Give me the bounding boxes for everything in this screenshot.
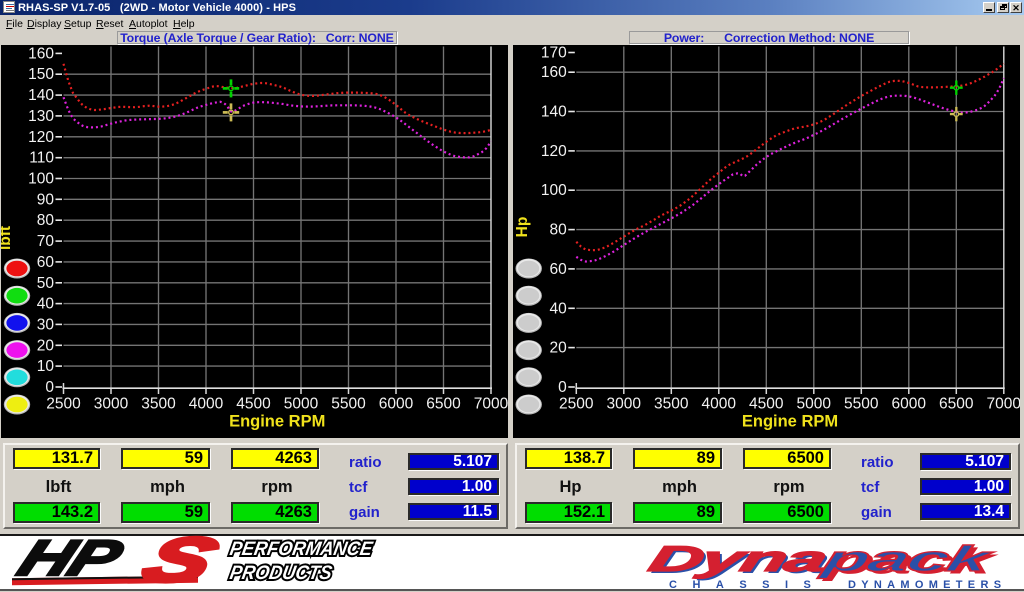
- svg-text:100: 100: [28, 171, 54, 188]
- svg-text:160: 160: [28, 45, 54, 62]
- svg-text:5000: 5000: [797, 396, 832, 413]
- svg-text:3500: 3500: [654, 396, 689, 413]
- svg-text:7000: 7000: [987, 396, 1020, 413]
- svg-text:lbft: lbft: [1, 226, 14, 250]
- svg-text:40: 40: [550, 300, 568, 317]
- svg-text:20: 20: [550, 340, 568, 357]
- svg-text:60: 60: [550, 261, 568, 278]
- svg-text:5000: 5000: [284, 396, 319, 413]
- svg-text:80: 80: [37, 212, 55, 229]
- svg-text:2500: 2500: [559, 396, 594, 413]
- svg-text:5500: 5500: [844, 396, 879, 413]
- svg-text:60: 60: [37, 254, 55, 271]
- svg-text:6500: 6500: [426, 396, 461, 413]
- svg-text:Hp: Hp: [514, 217, 531, 238]
- svg-text:120: 120: [28, 129, 54, 146]
- svg-text:2500: 2500: [46, 396, 81, 413]
- svg-text:4000: 4000: [189, 396, 224, 413]
- svg-text:4500: 4500: [236, 396, 271, 413]
- svg-text:20: 20: [37, 337, 55, 354]
- svg-text:Engine RPM: Engine RPM: [742, 413, 838, 431]
- svg-text:5500: 5500: [331, 396, 366, 413]
- svg-text:130: 130: [28, 108, 54, 125]
- svg-text:4500: 4500: [749, 396, 784, 413]
- svg-text:3500: 3500: [141, 396, 176, 413]
- svg-text:0: 0: [558, 379, 567, 396]
- svg-text:0: 0: [45, 379, 54, 396]
- svg-text:3000: 3000: [607, 396, 642, 413]
- svg-text:90: 90: [37, 191, 55, 208]
- svg-text:140: 140: [28, 87, 54, 104]
- svg-text:3000: 3000: [94, 396, 129, 413]
- svg-text:110: 110: [29, 150, 54, 167]
- svg-text:4000: 4000: [702, 396, 737, 413]
- svg-text:100: 100: [541, 182, 567, 199]
- svg-text:30: 30: [37, 316, 55, 333]
- svg-text:120: 120: [541, 143, 567, 160]
- svg-text:Engine RPM: Engine RPM: [229, 413, 325, 431]
- svg-text:6000: 6000: [892, 396, 927, 413]
- svg-text:70: 70: [37, 233, 55, 250]
- svg-text:140: 140: [541, 104, 567, 121]
- svg-text:80: 80: [550, 222, 568, 239]
- svg-text:150: 150: [28, 66, 54, 83]
- svg-text:50: 50: [37, 275, 55, 292]
- svg-text:6500: 6500: [939, 396, 974, 413]
- svg-text:160: 160: [541, 64, 567, 81]
- svg-text:40: 40: [37, 296, 55, 313]
- svg-text:6000: 6000: [379, 396, 414, 413]
- svg-text:7000: 7000: [474, 396, 508, 413]
- svg-text:10: 10: [37, 358, 55, 375]
- svg-text:170: 170: [541, 45, 567, 62]
